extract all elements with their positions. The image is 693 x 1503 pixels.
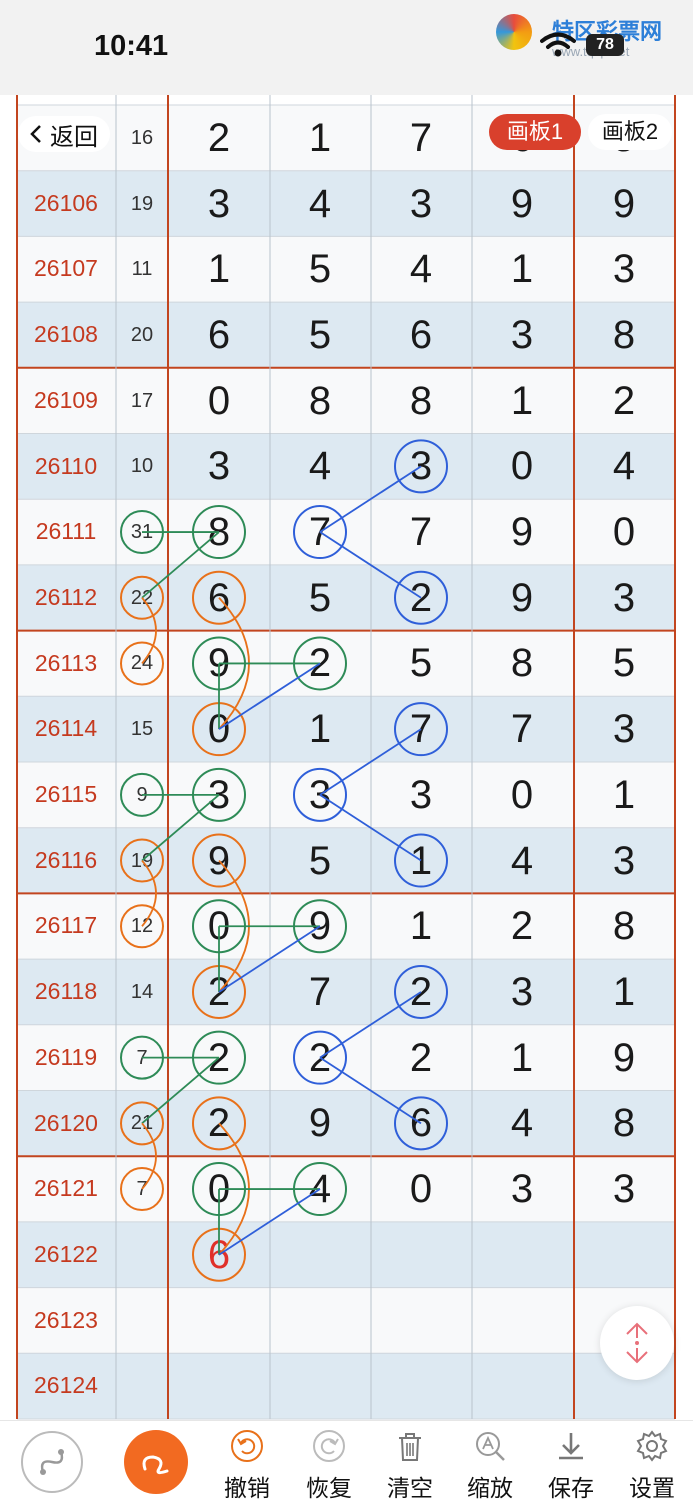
zoom-icon	[476, 1432, 505, 1461]
clear-label: 清空	[387, 1475, 433, 1501]
save-label: 保存	[548, 1475, 594, 1501]
tab-board-2[interactable]: 画板2	[588, 114, 672, 150]
scroll-toggle-button[interactable]	[600, 1306, 674, 1380]
redo-button[interactable]: 恢复	[294, 1421, 364, 1501]
chevron-left-icon	[30, 125, 41, 143]
draw-mode-icon	[124, 1430, 188, 1494]
download-icon	[559, 1433, 583, 1460]
zoom-label: 缩放	[467, 1475, 513, 1501]
undo-label: 撤销	[224, 1475, 270, 1501]
redo-icon	[313, 1430, 345, 1462]
tab-board-1[interactable]: 画板1	[489, 114, 581, 150]
expand-arrows-icon	[626, 1322, 648, 1364]
gear-icon	[636, 1430, 668, 1462]
status-bar: 10:41 特区彩票网 www.tqcp.net 78	[0, 0, 693, 95]
clear-button[interactable]: 清空	[375, 1421, 445, 1501]
undo-icon	[231, 1430, 263, 1462]
watermark-logo-icon	[496, 14, 532, 50]
drawing-overlay[interactable]	[0, 95, 693, 1420]
redo-label: 恢复	[306, 1475, 352, 1501]
wifi-icon	[540, 32, 576, 57]
back-label: 返回	[50, 123, 98, 151]
save-button[interactable]: 保存	[536, 1421, 606, 1501]
status-time: 10:41	[94, 30, 169, 62]
trash-icon	[399, 1433, 421, 1461]
zoom-button[interactable]: 缩放	[455, 1421, 525, 1501]
battery-indicator: 78	[586, 34, 624, 56]
bottom-toolbar: 撤销 恢复 清空 缩放 保存 设置	[0, 1420, 693, 1501]
pen-mode-button[interactable]	[14, 1421, 90, 1501]
undo-button[interactable]: 撤销	[212, 1421, 282, 1501]
settings-label: 设置	[629, 1475, 675, 1501]
settings-button[interactable]: 设置	[617, 1421, 687, 1501]
trend-chart-area[interactable]: 2610516217652610619343992610711154132610…	[0, 95, 693, 1420]
back-button[interactable]: 返回	[18, 116, 110, 152]
pen-mode-icon	[21, 1431, 83, 1493]
draw-mode-button[interactable]	[118, 1421, 194, 1501]
